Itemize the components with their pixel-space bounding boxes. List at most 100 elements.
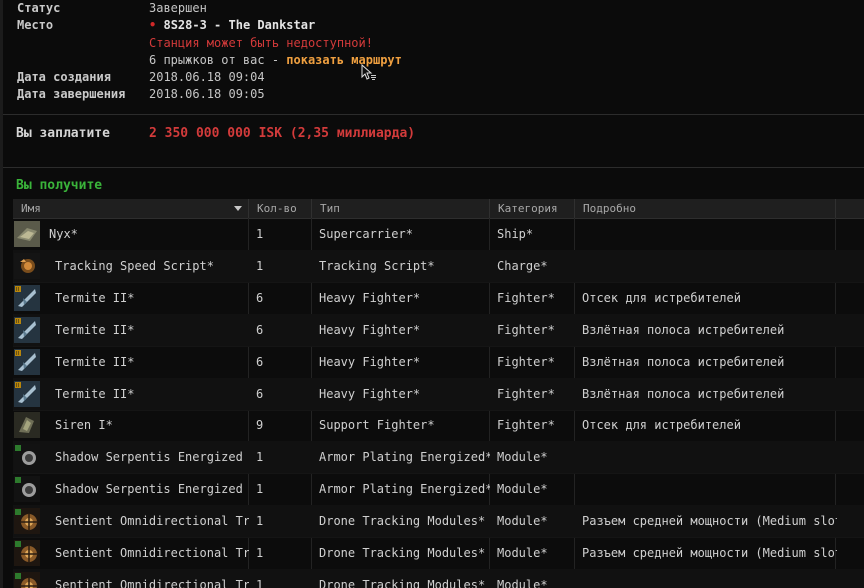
cell-name[interactable]: Tracking Speed Script* — [13, 250, 249, 282]
svg-text:II: II — [16, 287, 19, 293]
cell-type: Heavy Fighter* — [319, 322, 421, 337]
fighter-icon: II — [14, 316, 40, 343]
column-header-type[interactable]: Тип — [312, 199, 490, 218]
table-row[interactable]: Nyx* 1 Supercarrier* Ship* — [13, 218, 864, 251]
cell-category: Module* — [497, 577, 548, 588]
cell-name[interactable]: Sentient Omnidirectional Tracking — [13, 537, 249, 569]
cell-type: Heavy Fighter* — [319, 290, 421, 305]
cell-name[interactable]: II Termite II* — [13, 314, 249, 346]
table-row[interactable]: Siren I* 9 Support Fighter* Fighter* Отсек д… — [13, 409, 864, 443]
column-header-name-label: Имя — [21, 202, 41, 215]
drone-tracking-icon — [14, 508, 40, 535]
station-warning: Станция может быть недоступной! — [149, 36, 373, 50]
table-row[interactable]: Shadow Serpentis Energized Ad 1 Armor Plat… — [13, 473, 864, 507]
cell-type: Support Fighter* — [319, 418, 435, 433]
cell-details — [575, 569, 837, 588]
table-row[interactable]: II Termite II* 6 Heavy Fighter* Fighter* Взлё… — [13, 377, 864, 411]
item-name: Sentient Omnidirectional Tracking — [55, 514, 249, 529]
item-name: Shadow Serpentis Energized Ad — [55, 450, 249, 465]
fighter-icon: II — [14, 284, 40, 311]
cell-category: Module* — [497, 514, 548, 529]
table-row[interactable]: Sentient Omnidirectional Tracking 1 Drone … — [13, 568, 864, 588]
column-header-qty[interactable]: Кол-во — [249, 199, 312, 218]
cell-details — [575, 250, 837, 282]
column-header-details[interactable]: Подробно — [575, 199, 836, 218]
item-name: Termite II* — [55, 290, 135, 305]
completed-label: Дата завершения — [17, 87, 126, 101]
cell-details: Взлётная полоса истребителей — [582, 354, 785, 369]
cell-type: Heavy Fighter* — [319, 354, 421, 369]
cell-qty: 1 — [256, 450, 264, 465]
fighter-icon: II — [14, 348, 40, 375]
location-value[interactable]: • 8S28-3 - The Dankstar — [149, 17, 315, 33]
cell-type: Drone Tracking Modules* — [319, 514, 486, 529]
cell-type: Drone Tracking Modules* — [319, 546, 486, 560]
table-row[interactable]: Sentient Omnidirectional Tracking 1 Drone … — [13, 505, 864, 539]
cell-qty: 1 — [256, 258, 264, 273]
cell-details: Взлётная полоса истребителей — [582, 386, 785, 401]
cell-category: Module* — [497, 482, 548, 497]
cell-category: Fighter* — [497, 290, 555, 305]
location-label: Место — [17, 18, 54, 32]
cell-type: Armor Plating Energized* — [319, 482, 490, 497]
cell-category: Module* — [497, 450, 548, 465]
table-row[interactable]: Shadow Serpentis Energized Ad 1 Armor Plat… — [13, 441, 864, 475]
sort-descending-icon[interactable] — [234, 206, 242, 211]
table-row[interactable]: II Termite II* 6 Heavy Fighter* Fighter* Отсе… — [13, 282, 864, 315]
cell-details — [575, 441, 837, 473]
column-header-category[interactable]: Категория — [490, 199, 575, 218]
item-name: Nyx* — [49, 227, 78, 241]
cell-type: Armor Plating Energized* — [319, 450, 490, 465]
cell-name[interactable]: Sentient Omnidirectional Tracking — [13, 505, 249, 537]
cell-name[interactable]: Siren I* — [13, 409, 249, 441]
cell-category: Charge* — [497, 258, 548, 273]
cell-name[interactable]: Shadow Serpentis Energized Ad — [13, 441, 249, 473]
fighter-icon: II — [14, 380, 40, 407]
cell-qty: 6 — [256, 354, 264, 369]
drone-tracking-icon — [14, 540, 40, 566]
station-name[interactable]: 8S28-3 - The Dankstar — [163, 18, 315, 32]
cell-category: Ship* — [497, 227, 534, 241]
security-status-dot: • — [149, 18, 157, 32]
window-left-edge — [0, 0, 3, 588]
cell-name[interactable]: II Termite II* — [13, 378, 249, 410]
cell-qty: 9 — [256, 418, 264, 433]
cell-name[interactable]: Sentient Omnidirectional Tracking — [13, 569, 249, 588]
item-name: Termite II* — [55, 386, 135, 401]
cell-qty: 1 — [256, 227, 264, 241]
item-name: Sentient Omnidirectional Tracking — [55, 546, 249, 560]
cell-details: Отсек для истребителей — [582, 290, 741, 305]
cell-name[interactable]: II Termite II* — [13, 346, 249, 378]
armor-plating-icon — [14, 476, 40, 503]
cell-qty: 1 — [256, 482, 264, 497]
cell-type: Heavy Fighter* — [319, 386, 421, 401]
cell-category: Fighter* — [497, 322, 555, 337]
cell-category: Fighter* — [497, 354, 555, 369]
divider — [3, 114, 864, 115]
cell-name[interactable]: Nyx* — [13, 218, 249, 250]
cell-category: Fighter* — [497, 418, 555, 433]
item-name: Siren I* — [55, 418, 113, 433]
item-name: Termite II* — [55, 354, 135, 369]
show-route-link[interactable]: показать маршрут — [286, 53, 402, 67]
created-label: Дата создания — [17, 70, 111, 84]
cell-name[interactable]: Shadow Serpentis Energized Ad — [13, 473, 249, 505]
cell-type: Supercarrier* — [319, 227, 413, 241]
cell-qty: 1 — [256, 514, 264, 529]
svg-text:II: II — [16, 351, 19, 357]
table-row[interactable]: II Termite II* 6 Heavy Fighter* Fighter* Взлё… — [13, 313, 864, 347]
status-label: Статус — [17, 1, 61, 15]
column-header-name[interactable]: Имя — [13, 199, 249, 218]
item-name: Shadow Serpentis Energized Ad — [55, 482, 249, 497]
status-value: Завершен — [149, 1, 207, 15]
table-row[interactable]: II Termite II* 6 Heavy Fighter* Fighter* Взлё… — [13, 346, 864, 379]
pay-label: Вы заплатите — [16, 126, 110, 141]
table-row[interactable]: Sentient Omnidirectional Tracking 1 Drone … — [13, 537, 864, 570]
cell-type: Drone Tracking Modules* — [319, 577, 486, 588]
cell-qty: 6 — [256, 290, 264, 305]
cell-details: Взлётная полоса истребителей — [582, 322, 785, 337]
cell-name[interactable]: II Termite II* — [13, 282, 249, 314]
table-row[interactable]: Tracking Speed Script* 1 Tracking Script* C… — [13, 249, 864, 283]
supercarrier-icon — [14, 221, 40, 247]
receive-label: Вы получите — [16, 178, 103, 193]
